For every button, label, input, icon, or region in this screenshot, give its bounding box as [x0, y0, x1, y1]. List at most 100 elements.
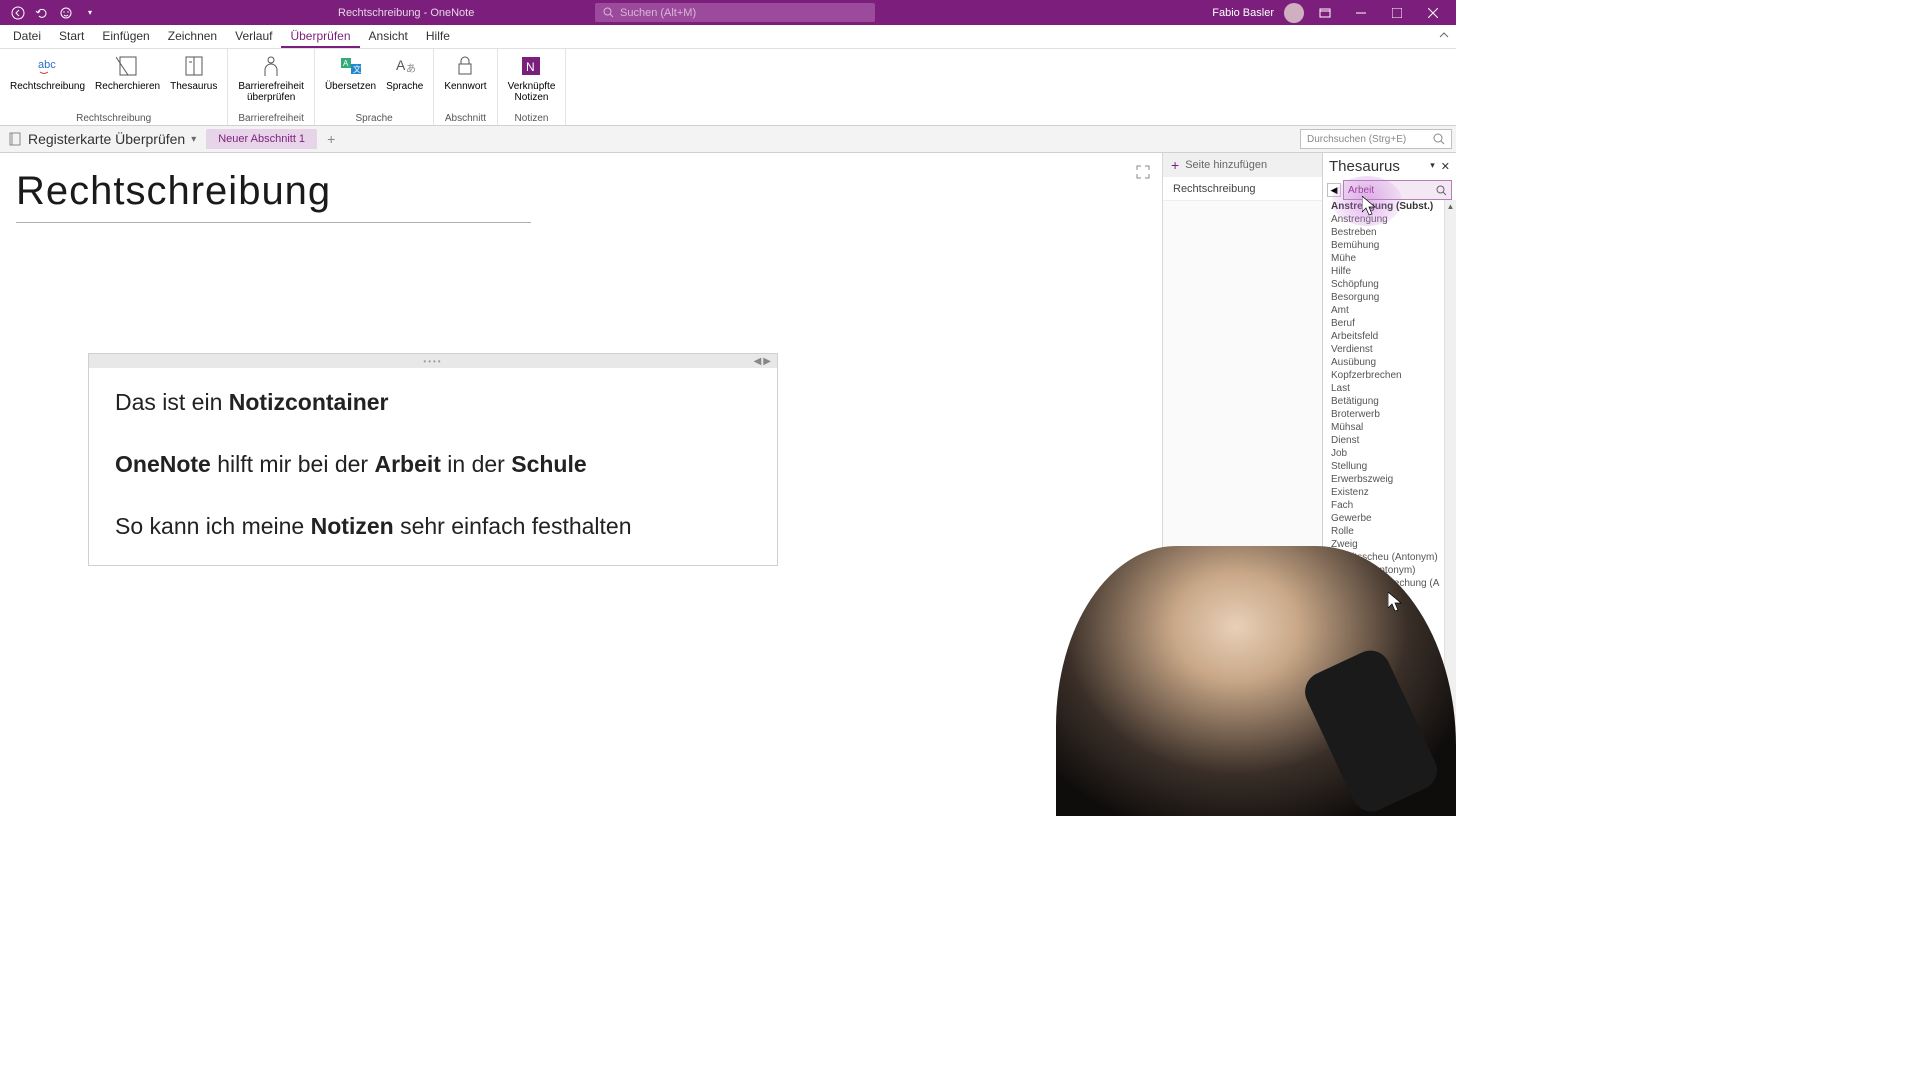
- thesaurus-result[interactable]: Amt: [1323, 304, 1456, 317]
- maximize-icon[interactable]: [1382, 4, 1412, 22]
- page-list-item[interactable]: Rechtschreibung: [1163, 177, 1322, 201]
- arrow-left-icon[interactable]: ◀: [754, 356, 762, 367]
- thesaurus-result[interactable]: Stellung: [1323, 460, 1456, 473]
- book2-icon: [180, 53, 208, 79]
- menu-zeichnen[interactable]: Zeichnen: [159, 26, 226, 48]
- avatar[interactable]: [1284, 3, 1304, 23]
- ribbon-rechtschreibung[interactable]: abcRechtschreibung: [6, 51, 89, 112]
- thesaurus-result[interactable]: Existenz: [1323, 486, 1456, 499]
- menu-hilfe[interactable]: Hilfe: [417, 26, 459, 48]
- note-container[interactable]: •••• ◀ ▶ Das ist ein Notizcontainer OneN…: [88, 353, 778, 566]
- abc-icon: abc: [34, 53, 62, 79]
- page-title[interactable]: Rechtschreibung: [16, 169, 1162, 220]
- svg-text:N: N: [526, 60, 535, 74]
- search-box[interactable]: Suchen (Alt+M): [595, 3, 875, 22]
- menu-einfügen[interactable]: Einfügen: [93, 26, 158, 48]
- add-section-button[interactable]: +: [319, 129, 343, 149]
- thesaurus-result[interactable]: Mühsal: [1323, 421, 1456, 434]
- thesaurus-result[interactable]: Broterwerb: [1323, 408, 1456, 421]
- arrow-right-icon[interactable]: ▶: [763, 356, 771, 367]
- collapse-ribbon-icon[interactable]: [1438, 28, 1450, 46]
- lang-icon: Aあ: [391, 53, 419, 79]
- thesaurus-result[interactable]: Schöpfung: [1323, 278, 1456, 291]
- ribbon-group-label: Notizen: [515, 112, 549, 125]
- thesaurus-result[interactable]: Beruf: [1323, 317, 1456, 330]
- thesaurus-result[interactable]: Job: [1323, 447, 1456, 460]
- thesaurus-result[interactable]: Anstrengung (Subst.): [1323, 200, 1456, 213]
- menu-datei[interactable]: Datei: [4, 26, 50, 48]
- menu-start[interactable]: Start: [50, 26, 93, 48]
- back-icon[interactable]: [10, 5, 26, 21]
- chevron-down-icon[interactable]: ▾: [191, 134, 196, 145]
- drag-dots-icon: ••••: [423, 357, 442, 366]
- thesaurus-result[interactable]: Last: [1323, 382, 1456, 395]
- note-container-handle[interactable]: •••• ◀ ▶: [89, 354, 777, 368]
- qat-dropdown-icon[interactable]: ▾: [82, 5, 98, 21]
- note-body[interactable]: Das ist ein Notizcontainer OneNote hilft…: [89, 368, 777, 565]
- search-icon: [1433, 133, 1445, 145]
- thesaurus-title: Thesaurus: [1329, 158, 1400, 175]
- ribbon-übersetzen[interactable]: A文Übersetzen: [321, 51, 380, 112]
- thesaurus-search[interactable]: Arbeit: [1343, 180, 1452, 200]
- notebook-bar: Registerkarte Überprüfen ▾ Neuer Abschni…: [0, 126, 1456, 153]
- menu-überprüfen[interactable]: Überprüfen: [281, 26, 359, 48]
- add-page-button[interactable]: + Seite hinzufügen: [1163, 153, 1322, 177]
- thesaurus-result[interactable]: Ausübung: [1323, 356, 1456, 369]
- user-name[interactable]: Fabio Basler: [1212, 7, 1274, 19]
- ribbon-recherchieren[interactable]: Recherchieren: [91, 51, 164, 112]
- thesaurus-result[interactable]: Gewerbe: [1323, 512, 1456, 525]
- thesaurus-result[interactable]: Betätigung: [1323, 395, 1456, 408]
- notebook-title[interactable]: Registerkarte Überprüfen: [28, 131, 185, 147]
- thesaurus-result[interactable]: Kopfzerbrechen: [1323, 369, 1456, 382]
- svg-text:A: A: [396, 57, 406, 73]
- onenote-icon: N: [517, 53, 545, 79]
- thesaurus-result[interactable]: Hilfe: [1323, 265, 1456, 278]
- thesaurus-result[interactable]: Anstrengung: [1323, 213, 1456, 226]
- menu-bar: DateiStartEinfügenZeichnenVerlaufÜberprü…: [0, 25, 1456, 49]
- ribbon-thesaurus[interactable]: Thesaurus: [166, 51, 221, 112]
- close-icon[interactable]: [1418, 4, 1448, 22]
- notebook-search[interactable]: Durchsuchen (Strg+E): [1300, 129, 1452, 149]
- thesaurus-result[interactable]: Arbeitsfeld: [1323, 330, 1456, 343]
- access-icon: [257, 53, 285, 79]
- ribbon-display-icon[interactable]: [1310, 4, 1340, 22]
- book-icon: [114, 53, 142, 79]
- search-icon: [603, 7, 614, 18]
- search-icon: [1436, 185, 1447, 196]
- thesaurus-result[interactable]: Besorgung: [1323, 291, 1456, 304]
- fullscreen-icon[interactable]: [1136, 165, 1150, 184]
- section-tab[interactable]: Neuer Abschnitt 1: [206, 129, 317, 149]
- thesaurus-result[interactable]: Erwerbszweig: [1323, 473, 1456, 486]
- window-title: Rechtschreibung - OneNote: [338, 7, 474, 19]
- ribbon-group-label: Sprache: [356, 112, 393, 125]
- webcam-overlay: [1056, 546, 1456, 816]
- scroll-up-icon[interactable]: ▲: [1445, 200, 1456, 212]
- title-underline: [16, 222, 531, 223]
- thesaurus-result[interactable]: Mühe: [1323, 252, 1456, 265]
- ribbon-sprache[interactable]: AあSprache: [382, 51, 427, 112]
- thesaurus-result[interactable]: Bemühung: [1323, 239, 1456, 252]
- menu-verlauf[interactable]: Verlauf: [226, 26, 281, 48]
- svg-text:abc: abc: [38, 59, 56, 71]
- menu-ansicht[interactable]: Ansicht: [360, 26, 417, 48]
- translate-icon: A文: [337, 53, 365, 79]
- page-canvas[interactable]: Rechtschreibung •••• ◀ ▶ Das ist ein Not…: [0, 153, 1162, 816]
- thesaurus-result[interactable]: Verdienst: [1323, 343, 1456, 356]
- emoji-icon[interactable]: [58, 5, 74, 21]
- svg-text:文: 文: [353, 64, 361, 74]
- panel-options-icon[interactable]: ▾: [1430, 160, 1435, 173]
- thesaurus-result[interactable]: Rolle: [1323, 525, 1456, 538]
- thesaurus-result[interactable]: Fach: [1323, 499, 1456, 512]
- title-bar: ▾ Rechtschreibung - OneNote Suchen (Alt+…: [0, 0, 1456, 25]
- undo-icon[interactable]: [34, 5, 50, 21]
- back-icon[interactable]: ◀: [1327, 183, 1341, 197]
- minimize-icon[interactable]: [1346, 4, 1376, 22]
- svg-text:A: A: [343, 59, 349, 68]
- thesaurus-result[interactable]: Bestreben: [1323, 226, 1456, 239]
- ribbon-verknüpfte-notizen[interactable]: NVerknüpfteNotizen: [504, 51, 560, 112]
- notebook-search-placeholder: Durchsuchen (Strg+E): [1307, 134, 1406, 145]
- close-panel-icon[interactable]: ✕: [1441, 160, 1450, 173]
- ribbon-barrierefreiheit-überprüfen[interactable]: Barrierefreiheitüberprüfen: [234, 51, 308, 112]
- thesaurus-result[interactable]: Dienst: [1323, 434, 1456, 447]
- ribbon-kennwort[interactable]: Kennwort: [440, 51, 490, 112]
